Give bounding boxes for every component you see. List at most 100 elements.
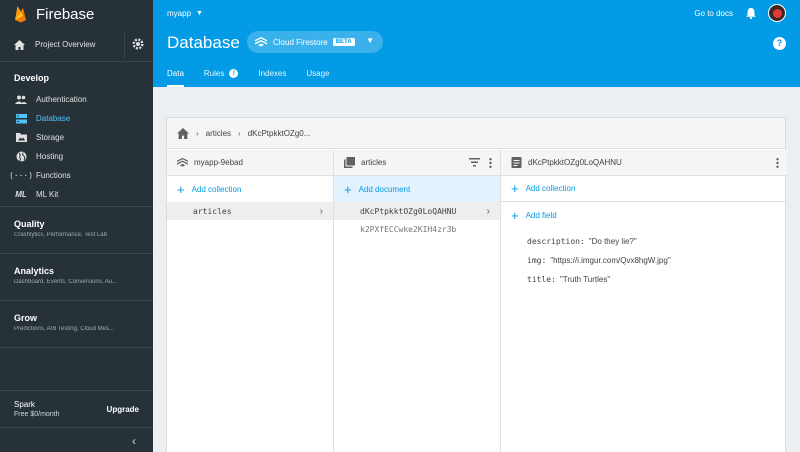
page-title: Database bbox=[167, 33, 240, 52]
storage-icon bbox=[15, 132, 27, 144]
sidebar-item-label: Functions bbox=[36, 171, 71, 180]
database-selector[interactable]: Cloud Firestore BETA ▼ bbox=[247, 31, 383, 53]
sidebar-item-label: Database bbox=[36, 114, 71, 123]
field-value: "Truth Turtles" bbox=[559, 275, 611, 284]
field-key: description: bbox=[527, 237, 585, 246]
panel-header: myapp-9ebad bbox=[167, 150, 333, 176]
chevron-right-icon: › bbox=[486, 205, 490, 217]
root-name: myapp-9ebad bbox=[194, 158, 243, 167]
sidebar-item-ml-kit[interactable]: ML ML Kit bbox=[0, 185, 153, 204]
upgrade-button[interactable]: Upgrade bbox=[107, 405, 139, 414]
field-value: "Do they lie?" bbox=[588, 237, 637, 246]
field-key: img: bbox=[527, 256, 547, 265]
filter-icon[interactable] bbox=[469, 158, 480, 167]
chevron-right-icon: › bbox=[238, 128, 241, 138]
brand[interactable]: Firebase bbox=[0, 0, 153, 28]
help-icon[interactable]: ? bbox=[773, 37, 786, 50]
plan-box: Spark Free $0/month Upgrade bbox=[0, 390, 153, 427]
tab-indexes[interactable]: Indexes bbox=[258, 69, 286, 87]
sidebar: Firebase Project Overview Develop Authen… bbox=[0, 0, 153, 452]
analytics-subtitle: Dashboard, Events, Conversions, Au... bbox=[14, 279, 118, 285]
breadcrumb: › articles › dKcPtpkktOZg0... bbox=[167, 118, 785, 149]
document-panel: dKcPtpkktOZg0LoQAHNU + Add collection + … bbox=[501, 150, 787, 452]
document-icon bbox=[511, 157, 522, 168]
tab-rules[interactable]: Rules! bbox=[204, 69, 239, 87]
people-icon bbox=[15, 94, 27, 106]
sidebar-item-storage[interactable]: Storage bbox=[0, 128, 153, 147]
go-to-docs-link[interactable]: Go to docs bbox=[694, 9, 733, 18]
document-name: dKcPtpkktOZg0LoQAHNU bbox=[528, 158, 622, 167]
list-item[interactable]: articles › bbox=[167, 202, 333, 220]
field-key: title: bbox=[527, 275, 556, 284]
firestore-icon bbox=[177, 157, 188, 167]
collection-name: articles bbox=[361, 158, 387, 167]
chevron-right-icon: › bbox=[196, 128, 199, 138]
firebase-logo-icon bbox=[15, 6, 26, 23]
add-document-button[interactable]: + Add document bbox=[334, 176, 500, 202]
tab-bar: Data Rules! Indexes Usage bbox=[167, 69, 350, 87]
sidebar-item-authentication[interactable]: Authentication bbox=[0, 90, 153, 109]
avatar[interactable] bbox=[768, 4, 786, 22]
field-value: "https://i.imgur.com/Qvx8hgW.jpg" bbox=[550, 256, 671, 265]
quality-section[interactable]: Quality Crashlytics, Performance, Test L… bbox=[0, 207, 153, 254]
develop-heading: Develop bbox=[14, 73, 50, 83]
list-item[interactable]: dKcPtpkktOZg0LoQAHNU › bbox=[334, 202, 500, 220]
analytics-section[interactable]: Analytics Dashboard, Events, Conversions… bbox=[0, 254, 153, 301]
add-field-button[interactable]: + Add field bbox=[501, 202, 787, 228]
plus-icon: + bbox=[511, 207, 519, 223]
plus-icon: + bbox=[344, 181, 352, 197]
caret-down-icon: ▼ bbox=[366, 36, 374, 45]
add-collection-button[interactable]: + Add collection bbox=[501, 176, 787, 202]
sidebar-item-hosting[interactable]: Hosting bbox=[0, 147, 153, 166]
panel-header: dKcPtpkktOZg0LoQAHNU bbox=[501, 150, 787, 176]
header: myapp ▼ Go to docs Database Cloud Firest… bbox=[153, 0, 800, 87]
field-row[interactable]: description: "Do they lie?" bbox=[501, 232, 787, 251]
plus-icon: + bbox=[177, 181, 185, 197]
more-vert-icon[interactable] bbox=[489, 158, 492, 168]
home-icon bbox=[14, 39, 25, 50]
globe-icon bbox=[15, 151, 27, 163]
database-icon bbox=[15, 113, 27, 125]
develop-section: Develop Authentication Database Storage … bbox=[0, 62, 153, 207]
collection-panel: articles + Add document dKcPtpkktOZg0LoQ… bbox=[334, 150, 501, 452]
data-viewer: › articles › dKcPtpkktOZg0... myapp-9eba… bbox=[166, 117, 787, 452]
sidebar-item-database[interactable]: Database bbox=[0, 109, 153, 128]
breadcrumb-item[interactable]: articles bbox=[206, 129, 231, 138]
ml-kit-icon: ML bbox=[15, 190, 27, 199]
sidebar-item-label: Hosting bbox=[36, 152, 64, 161]
grow-section[interactable]: Grow Predictions, A/B Testing, Cloud Mes… bbox=[0, 301, 153, 348]
collection-icon bbox=[344, 157, 355, 168]
tab-data[interactable]: Data bbox=[167, 69, 184, 87]
collapse-sidebar[interactable]: ‹ bbox=[0, 427, 153, 452]
field-row[interactable]: title: "Truth Turtles" bbox=[501, 270, 787, 289]
home-icon[interactable] bbox=[177, 127, 189, 139]
field-row[interactable]: img: "https://i.imgur.com/Qvx8hgW.jpg" bbox=[501, 251, 787, 270]
divider bbox=[124, 32, 125, 58]
add-collection-button[interactable]: + Add collection bbox=[167, 176, 333, 202]
analytics-heading: Analytics bbox=[14, 266, 55, 276]
caret-down-icon: ▼ bbox=[196, 10, 203, 17]
sidebar-item-functions[interactable]: (···) Functions bbox=[0, 166, 153, 185]
functions-icon: (···) bbox=[8, 171, 34, 180]
bell-icon[interactable] bbox=[745, 7, 757, 19]
project-selector[interactable]: myapp ▼ bbox=[167, 9, 203, 18]
root-panel: myapp-9ebad + Add collection articles › bbox=[167, 150, 334, 452]
quality-subtitle: Crashlytics, Performance, Test Lab bbox=[14, 232, 107, 238]
project-overview-link[interactable]: Project Overview bbox=[0, 28, 153, 62]
list-item[interactable]: k2PXfECCwke2KIH4zr3b bbox=[334, 220, 500, 238]
plus-icon: + bbox=[511, 181, 519, 196]
panel-header: articles bbox=[334, 150, 500, 176]
sidebar-item-label: Authentication bbox=[36, 95, 87, 104]
firestore-icon bbox=[255, 37, 267, 47]
app-name: Firebase bbox=[36, 5, 95, 23]
sidebar-item-label: ML Kit bbox=[36, 190, 59, 199]
more-vert-icon[interactable] bbox=[776, 158, 779, 168]
breadcrumb-item[interactable]: dKcPtpkktOZg0... bbox=[248, 129, 311, 138]
chevron-left-icon[interactable]: ‹ bbox=[132, 434, 136, 448]
project-name: myapp bbox=[167, 9, 192, 18]
project-overview-label: Project Overview bbox=[35, 40, 96, 49]
tab-usage[interactable]: Usage bbox=[306, 69, 329, 87]
gear-icon[interactable] bbox=[131, 37, 145, 51]
info-icon: ! bbox=[229, 69, 239, 78]
chevron-right-icon: › bbox=[319, 205, 323, 217]
